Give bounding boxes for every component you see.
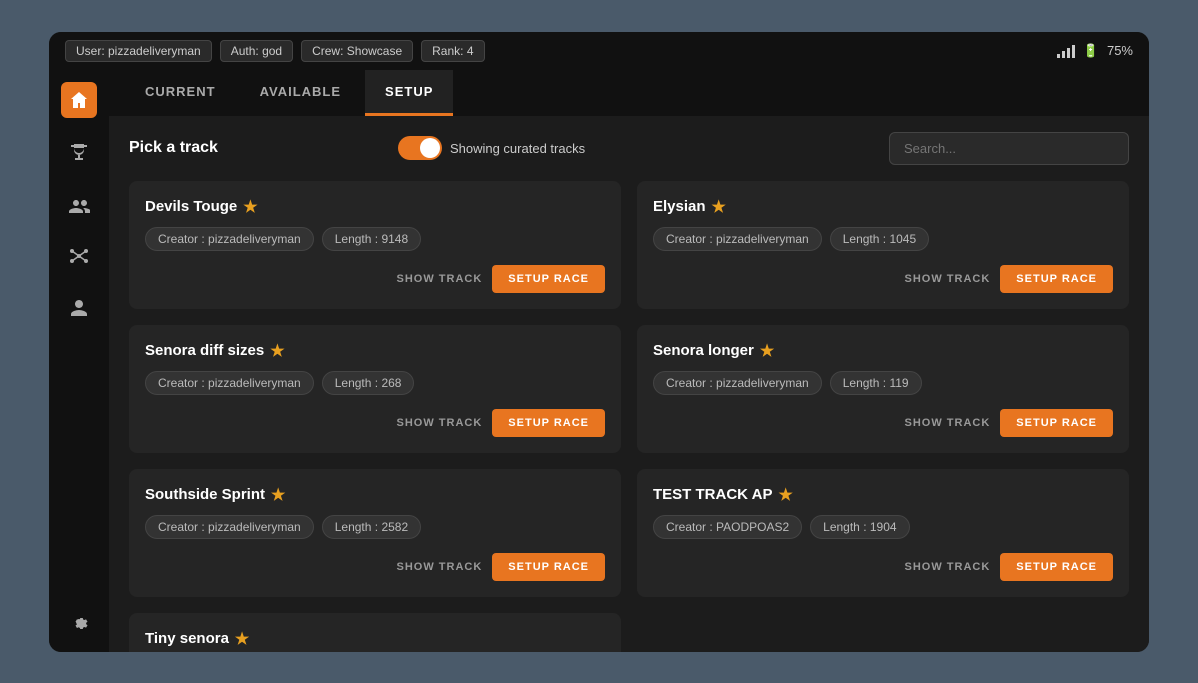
- track-meta-test-track-ap: Creator : PAODPOAS2 Length : 1904: [653, 515, 1113, 539]
- main-area: CURRENT AVAILABLE SETUP Pick a track Sho…: [49, 70, 1149, 652]
- track-grid: Devils Touge ★ Creator : pizzadeliveryma…: [129, 181, 1129, 652]
- track-card-devils-touge: Devils Touge ★ Creator : pizzadeliveryma…: [129, 181, 621, 309]
- track-card-senora-diff: Senora diff sizes ★ Creator : pizzadeliv…: [129, 325, 621, 453]
- show-track-button[interactable]: SHOW TRACK: [905, 417, 991, 429]
- track-title-senora-diff: Senora diff sizes ★: [145, 341, 605, 361]
- setup-race-button[interactable]: SETUP RACE: [1000, 265, 1113, 293]
- length-badge: Length : 1904: [810, 515, 909, 539]
- star-icon: ★: [760, 341, 774, 361]
- tab-current[interactable]: CURRENT: [125, 70, 236, 116]
- track-actions-devils-touge: SHOW TRACK SETUP RACE: [145, 265, 605, 293]
- track-title-tiny-senora: Tiny senora ★: [145, 629, 605, 649]
- app-window: User: pizzadeliveryman Auth: god Crew: S…: [49, 32, 1149, 652]
- creator-badge: Creator : pizzadeliveryman: [145, 227, 314, 251]
- status-bar: User: pizzadeliveryman Auth: god Crew: S…: [49, 32, 1149, 70]
- track-card-senora-longer: Senora longer ★ Creator : pizzadeliverym…: [637, 325, 1129, 453]
- star-icon: ★: [235, 629, 249, 649]
- setup-race-button[interactable]: SETUP RACE: [492, 553, 605, 581]
- creator-badge: Creator : pizzadeliveryman: [653, 227, 822, 251]
- toggle-label: Showing curated tracks: [450, 141, 585, 156]
- sidebar-icon-group[interactable]: [61, 186, 97, 222]
- pick-track-label: Pick a track: [129, 139, 218, 157]
- track-title-test-track-ap: TEST TRACK AP ★: [653, 485, 1113, 505]
- length-badge: Length : 1045: [830, 227, 929, 251]
- sidebar-icon-trophy[interactable]: [61, 134, 97, 170]
- setup-race-button[interactable]: SETUP RACE: [492, 265, 605, 293]
- tab-bar: CURRENT AVAILABLE SETUP: [109, 70, 1149, 116]
- track-actions-senora-longer: SHOW TRACK SETUP RACE: [653, 409, 1113, 437]
- track-actions-southside-sprint: SHOW TRACK SETUP RACE: [145, 553, 605, 581]
- length-badge: Length : 2582: [322, 515, 421, 539]
- length-badge: Length : 119: [830, 371, 922, 395]
- status-bar-left: User: pizzadeliveryman Auth: god Crew: S…: [65, 40, 485, 62]
- show-track-button[interactable]: SHOW TRACK: [397, 273, 483, 285]
- track-area: Pick a track Showing curated tracks: [109, 116, 1149, 652]
- star-icon: ★: [778, 485, 792, 505]
- creator-badge: Creator : pizzadeliveryman: [145, 371, 314, 395]
- auth-badge: Auth: god: [220, 40, 293, 62]
- track-actions-senora-diff: SHOW TRACK SETUP RACE: [145, 409, 605, 437]
- track-card-southside-sprint: Southside Sprint ★ Creator : pizzadelive…: [129, 469, 621, 597]
- star-icon: ★: [243, 197, 257, 217]
- sidebar-icon-settings[interactable]: [61, 604, 97, 640]
- search-input[interactable]: [889, 132, 1129, 165]
- setup-race-button[interactable]: SETUP RACE: [1000, 409, 1113, 437]
- signal-icon: [1057, 44, 1075, 58]
- track-title-senora-longer: Senora longer ★: [653, 341, 1113, 361]
- sidebar-icon-home[interactable]: [61, 82, 97, 118]
- show-track-button[interactable]: SHOW TRACK: [905, 561, 991, 573]
- track-card-elysian: Elysian ★ Creator : pizzadeliveryman Len…: [637, 181, 1129, 309]
- tab-available[interactable]: AVAILABLE: [240, 70, 361, 116]
- battery-percent: 75%: [1107, 43, 1133, 58]
- battery-icon: 🔋: [1083, 43, 1099, 59]
- toggle-area: Showing curated tracks: [398, 136, 585, 160]
- rank-badge: Rank: 4: [421, 40, 484, 62]
- curated-toggle[interactable]: [398, 136, 442, 160]
- track-actions-elysian: SHOW TRACK SETUP RACE: [653, 265, 1113, 293]
- star-icon: ★: [271, 485, 285, 505]
- sidebar-icon-friends[interactable]: [61, 290, 97, 326]
- track-title-devils-touge: Devils Touge ★: [145, 197, 605, 217]
- show-track-button[interactable]: SHOW TRACK: [397, 417, 483, 429]
- track-card-tiny-senora: Tiny senora ★: [129, 613, 621, 652]
- track-meta-elysian: Creator : pizzadeliveryman Length : 1045: [653, 227, 1113, 251]
- star-icon: ★: [270, 341, 284, 361]
- length-badge: Length : 9148: [322, 227, 421, 251]
- tab-setup[interactable]: SETUP: [365, 70, 453, 116]
- toggle-knob: [420, 138, 440, 158]
- track-area-header: Pick a track Showing curated tracks: [129, 132, 1129, 165]
- creator-badge: Creator : pizzadeliveryman: [145, 515, 314, 539]
- status-bar-right: 🔋 75%: [1057, 43, 1133, 59]
- track-meta-senora-longer: Creator : pizzadeliveryman Length : 119: [653, 371, 1113, 395]
- crew-badge: Crew: Showcase: [301, 40, 413, 62]
- track-title-southside-sprint: Southside Sprint ★: [145, 485, 605, 505]
- track-meta-southside-sprint: Creator : pizzadeliveryman Length : 2582: [145, 515, 605, 539]
- show-track-button[interactable]: SHOW TRACK: [905, 273, 991, 285]
- user-badge: User: pizzadeliveryman: [65, 40, 212, 62]
- show-track-button[interactable]: SHOW TRACK: [397, 561, 483, 573]
- track-actions-test-track-ap: SHOW TRACK SETUP RACE: [653, 553, 1113, 581]
- track-meta-senora-diff: Creator : pizzadeliveryman Length : 268: [145, 371, 605, 395]
- sidebar-icon-network[interactable]: [61, 238, 97, 274]
- length-badge: Length : 268: [322, 371, 415, 395]
- setup-race-button[interactable]: SETUP RACE: [1000, 553, 1113, 581]
- sidebar: [49, 70, 109, 652]
- track-title-elysian: Elysian ★: [653, 197, 1113, 217]
- track-meta-devils-touge: Creator : pizzadeliveryman Length : 9148: [145, 227, 605, 251]
- star-icon: ★: [712, 197, 726, 217]
- creator-badge: Creator : pizzadeliveryman: [653, 371, 822, 395]
- track-card-test-track-ap: TEST TRACK AP ★ Creator : PAODPOAS2 Leng…: [637, 469, 1129, 597]
- setup-race-button[interactable]: SETUP RACE: [492, 409, 605, 437]
- content-panel: CURRENT AVAILABLE SETUP Pick a track Sho…: [109, 70, 1149, 652]
- creator-badge: Creator : PAODPOAS2: [653, 515, 802, 539]
